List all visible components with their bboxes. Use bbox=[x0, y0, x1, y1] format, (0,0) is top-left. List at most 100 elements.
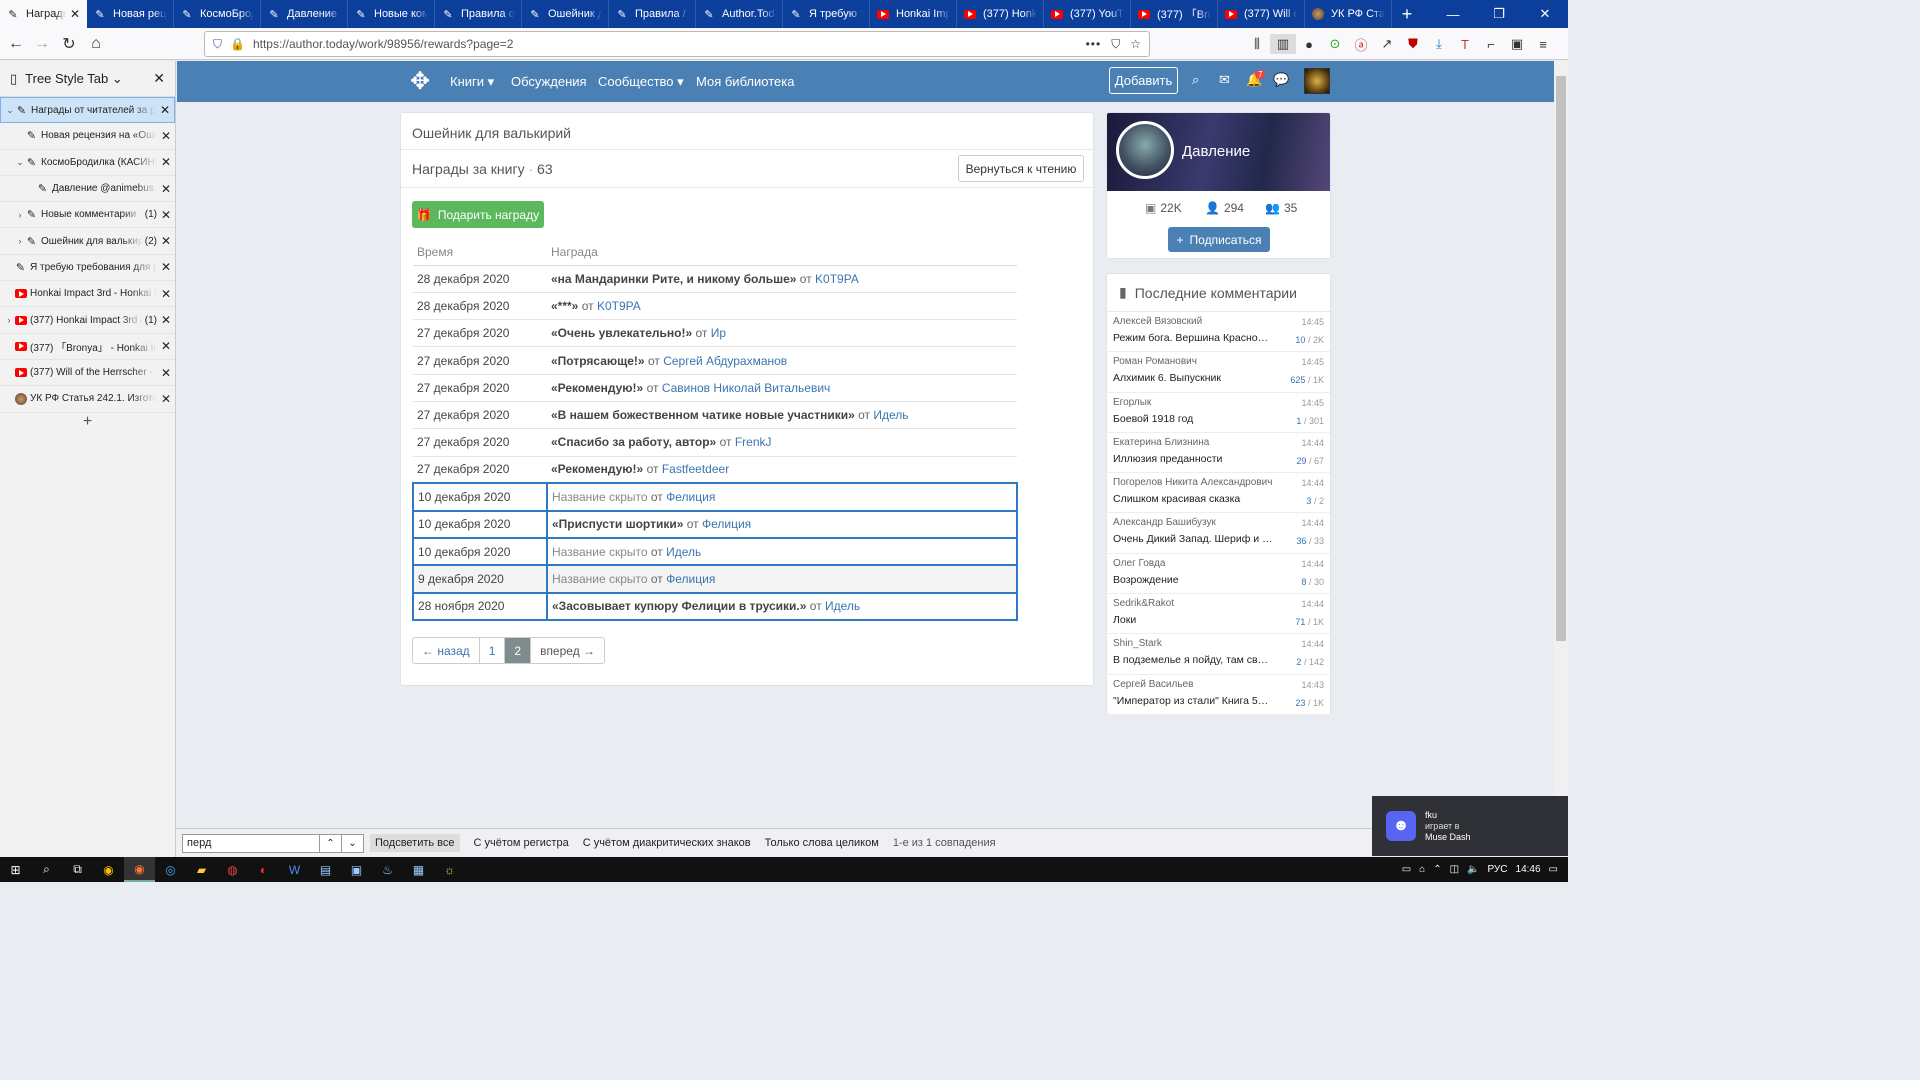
comment-book-title[interactable]: Локи bbox=[1113, 614, 1273, 626]
pager-page-1[interactable]: 1 bbox=[480, 638, 506, 663]
comment-book-title[interactable]: Возрождение bbox=[1113, 574, 1273, 586]
pager-next[interactable]: вперед → bbox=[531, 638, 604, 663]
browser-tab[interactable]: УК РФ Стат bbox=[1305, 0, 1392, 28]
reward-user-link[interactable]: K0T9PA bbox=[815, 272, 859, 286]
pocket-icon[interactable]: ⛉ bbox=[1111, 37, 1120, 52]
sidebar-tab-item[interactable]: ›✎ Ошейник для валькирий(2)✕ bbox=[0, 228, 175, 255]
tray-chevron-icon[interactable]: ⌃ bbox=[1433, 864, 1441, 875]
reward-user-link[interactable]: Идель bbox=[666, 545, 701, 559]
sidebar-tab-item[interactable]: (377) Will of the Herrscher - Honkai✕ bbox=[0, 360, 175, 387]
reward-user-link[interactable]: Идель bbox=[825, 599, 860, 613]
comment-author[interactable]: Сергей Васильев bbox=[1113, 679, 1324, 690]
tray-icon[interactable]: ⌂ bbox=[1419, 864, 1425, 875]
reward-user-link[interactable]: Ир bbox=[711, 326, 726, 340]
browser-tab[interactable]: (377) Will of bbox=[1218, 0, 1305, 28]
comment-book-title[interactable]: Алхимик 6. Выпускник bbox=[1113, 372, 1273, 384]
highlight-all-toggle[interactable]: Подсветить все bbox=[370, 834, 460, 852]
comment-book-title[interactable]: "Император из стали" Книга 5я:… bbox=[1113, 695, 1273, 707]
comment-author[interactable]: Екатерина Близнина bbox=[1113, 437, 1324, 448]
volume-icon[interactable]: 🔈 bbox=[1467, 864, 1479, 875]
close-icon[interactable]: ✕ bbox=[157, 287, 175, 301]
extension-icon[interactable]: T bbox=[1452, 34, 1478, 54]
list-item[interactable]: Sedrik&Rakot 14:44 Локи 71 / 1K bbox=[1107, 594, 1330, 635]
bookmark-star-icon[interactable]: ☆ bbox=[1130, 37, 1141, 51]
extension-icon[interactable]: ● bbox=[1296, 34, 1322, 54]
clock[interactable]: 14:46 bbox=[1516, 864, 1541, 875]
sidebar-tab-item[interactable]: (377) 「Bronya」 - Honkai Impact✕ bbox=[0, 334, 175, 360]
app-icon[interactable]: ☼ bbox=[434, 857, 465, 882]
notifications-icon[interactable]: ▭ bbox=[1549, 864, 1558, 875]
sidebar-title[interactable]: Tree Style Tab ⌄ bbox=[25, 71, 123, 87]
comment-book-title[interactable]: Очень Дикий Запад. Шериф и е… bbox=[1113, 533, 1273, 545]
discord-notification[interactable]: ☻ fku играет в Muse Dash bbox=[1372, 796, 1568, 856]
comment-author[interactable]: Олег Говда bbox=[1113, 558, 1324, 569]
comment-author[interactable]: Александр Башибузук bbox=[1113, 517, 1324, 528]
list-item[interactable]: Егорлык 14:45 Боевой 1918 год 1 / 301 bbox=[1107, 393, 1330, 433]
new-tab-button[interactable]: + bbox=[1392, 0, 1422, 28]
reward-user-link[interactable]: Савинов Николай Витальевич bbox=[662, 381, 830, 395]
list-item[interactable]: Алексей Вязовский 14:45 Режим бога. Вершин… bbox=[1107, 312, 1330, 353]
find-previous-button[interactable]: ⌃ bbox=[320, 833, 342, 853]
close-icon[interactable]: ✕ bbox=[153, 70, 165, 87]
list-item[interactable]: Shin_Stark 14:44 В подземелье я пойду, там… bbox=[1107, 634, 1330, 675]
sidebar-tab-item[interactable]: ⌄✎ Награды от читателей за роман✕ bbox=[0, 97, 175, 124]
comment-book-title[interactable]: Иллюзия преданности bbox=[1113, 453, 1273, 465]
browser-tab[interactable]: ✎ Правила оф bbox=[435, 0, 522, 28]
sidebar-tab-item[interactable]: › (377) Honkai Impact 3rd Anime(1)✕ bbox=[0, 307, 175, 334]
notepad-icon[interactable]: ▤ bbox=[310, 857, 341, 882]
sidebar-tab-item[interactable]: УК РФ Статья 242.1. Изготовление✕ bbox=[0, 386, 175, 413]
list-item[interactable]: Олег Говда 14:44 Возрождение 8 / 30 bbox=[1107, 554, 1330, 595]
twisty-icon[interactable]: ⌄ bbox=[5, 105, 15, 116]
reward-user-link[interactable]: K0T9PA bbox=[597, 299, 641, 313]
explorer-icon[interactable]: ▰ bbox=[186, 857, 217, 882]
subscribe-button[interactable]: + Подписаться bbox=[1168, 227, 1270, 252]
profile-avatar[interactable] bbox=[1116, 121, 1174, 179]
minimize-icon[interactable]: — bbox=[1430, 0, 1476, 28]
sidebar-toggle-icon[interactable]: ▥ bbox=[1270, 34, 1296, 54]
reload-button[interactable]: ↻ bbox=[57, 32, 81, 56]
task-view-icon[interactable]: ⧉ bbox=[62, 857, 93, 882]
comment-book-title[interactable]: Режим бога. Вершина Красной … bbox=[1113, 332, 1273, 344]
profile-name[interactable]: Давление bbox=[1182, 143, 1250, 160]
comment-author[interactable]: Shin_Stark bbox=[1113, 638, 1324, 649]
reward-user-link[interactable]: Фелиция bbox=[666, 572, 715, 586]
app-icon[interactable]: ◍ bbox=[217, 857, 248, 882]
browser-tab[interactable]: ✎ Давление bbox=[261, 0, 348, 28]
close-tab-icon[interactable]: ✕ bbox=[70, 7, 80, 21]
back-to-reading-button[interactable]: Вернуться к чтению bbox=[958, 155, 1084, 182]
comment-author[interactable]: Погорелов Никита Александрович bbox=[1113, 477, 1324, 488]
reward-user-link[interactable]: Идель bbox=[873, 408, 908, 422]
library-icon[interactable]: ⫼ bbox=[1244, 34, 1270, 54]
find-query[interactable]: перд bbox=[187, 837, 211, 849]
comment-author[interactable]: Sedrik&Rakot bbox=[1113, 598, 1324, 609]
close-icon[interactable]: ✕ bbox=[157, 339, 175, 353]
profile-stat[interactable]: 👤 294 bbox=[1205, 201, 1244, 215]
twisty-icon[interactable]: ⌄ bbox=[15, 157, 25, 168]
url-bar[interactable]: ⛉ 🔒 https://author.today/work/98956/rewa… bbox=[204, 31, 1150, 57]
list-item[interactable]: Роман Романович 14:45 Алхимик 6. Выпускник… bbox=[1107, 352, 1330, 393]
comment-book-title[interactable]: В подземелье я пойду, там свой… bbox=[1113, 654, 1273, 666]
find-next-button[interactable]: ⌄ bbox=[342, 833, 364, 853]
keyboard-language[interactable]: РУС bbox=[1487, 864, 1507, 875]
menu-icon[interactable]: ≡ bbox=[1530, 34, 1556, 54]
reward-user-link[interactable]: Сергей Абдурахманов bbox=[663, 354, 787, 368]
browser-tab[interactable]: (377) 「Bron bbox=[1131, 0, 1218, 28]
pager-prev[interactable]: ← назад bbox=[413, 638, 480, 663]
word-icon[interactable]: W bbox=[279, 857, 310, 882]
more-icon[interactable]: ••• bbox=[1086, 37, 1102, 51]
scrollbar-thumb[interactable] bbox=[1556, 76, 1566, 641]
shield-icon[interactable]: ⛉ bbox=[213, 37, 222, 52]
app-icon[interactable]: ▦ bbox=[403, 857, 434, 882]
browser-tab[interactable]: ✎ Ошейник д bbox=[522, 0, 609, 28]
reward-user-link[interactable]: Fastfeetdeer bbox=[662, 462, 729, 476]
network-icon[interactable]: ◫ bbox=[1450, 864, 1459, 875]
site-nav-link[interactable]: Обсуждения bbox=[511, 74, 587, 89]
close-icon[interactable]: ✕ bbox=[157, 129, 175, 143]
site-nav-link[interactable]: Книги ▾ bbox=[450, 74, 494, 90]
browser-tab[interactable]: ✎ Правила / bbox=[609, 0, 696, 28]
list-item[interactable]: Сергей Васильев 14:43 "Император из стали"… bbox=[1107, 675, 1330, 715]
comment-author[interactable]: Роман Романович bbox=[1113, 356, 1324, 367]
forward-button[interactable]: → bbox=[30, 32, 54, 56]
browser-tab[interactable]: ✎ Я требую тр bbox=[783, 0, 870, 28]
comment-book-title[interactable]: Боевой 1918 год bbox=[1113, 413, 1273, 425]
